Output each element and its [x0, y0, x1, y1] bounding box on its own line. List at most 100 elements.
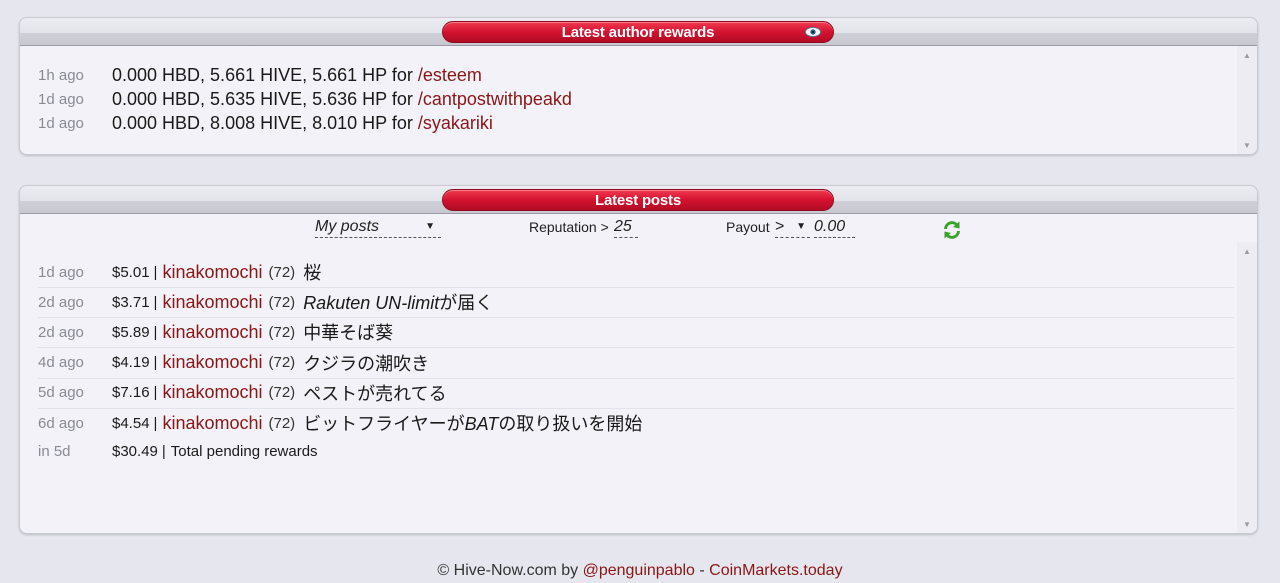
post-age: 2d ago	[38, 323, 84, 341]
eye-icon[interactable]	[805, 27, 821, 37]
post-author-link[interactable]: kinakomochi	[162, 292, 262, 313]
post-payout: $4.19	[112, 354, 150, 372]
reputation-label: Reputation >	[529, 219, 609, 235]
separator: |	[153, 384, 158, 402]
author-reputation: (72)	[268, 263, 296, 281]
post-author-link[interactable]: kinakomochi	[162, 382, 262, 403]
post-row[interactable]: 2d ago $3.71 | kinakomochi (72) Rakuten UN-li…	[38, 290, 493, 314]
reputation-input[interactable]: 25	[614, 216, 638, 238]
scroll-up-arrow[interactable]: ▲	[1237, 49, 1257, 63]
post-title-part: の取り扱いを開始	[498, 414, 643, 434]
separator: |	[153, 414, 158, 432]
chevron-down-icon: ▼	[425, 221, 435, 232]
post-title-link[interactable]: Rakuten UN-limitが届く	[303, 289, 493, 315]
footer-dash: -	[699, 562, 705, 579]
row-divider	[38, 317, 1234, 319]
post-title-part: 桜	[303, 263, 322, 283]
post-payout: $5.89	[112, 323, 150, 341]
latest-posts-header: Latest posts	[20, 186, 1257, 214]
separator: |	[161, 442, 166, 460]
rewards-scrollbar[interactable]: ▲ ▼	[1237, 46, 1257, 154]
author-reputation: (72)	[268, 293, 296, 311]
author-reputation: (72)	[268, 414, 296, 432]
post-age: 2d ago	[38, 293, 84, 311]
author-rewards-title-bar: Latest author rewards	[442, 21, 834, 43]
author-rewards-panel: Latest author rewards ▲ ▼ 1h ago 0.000 HB…	[19, 17, 1258, 155]
footer-site-link[interactable]: CoinMarkets.today	[709, 562, 842, 579]
reward-row: 1h ago 0.000 HBD, 5.661 HIVE, 5.661 HP fo…	[38, 63, 482, 87]
post-author-link[interactable]: kinakomochi	[162, 322, 262, 343]
post-age: 1d ago	[38, 263, 84, 281]
reward-amount: 0.000 HBD, 8.008 HIVE, 8.010 HP for	[112, 112, 413, 133]
reward-age: 1d ago	[38, 114, 84, 132]
post-title-link[interactable]: 中華そば葵	[303, 319, 393, 345]
post-row[interactable]: 6d ago $4.54 | kinakomochi (72) ビットフライヤーがBATの…	[38, 411, 642, 435]
reward-row: 1d ago 0.000 HBD, 8.008 HIVE, 8.010 HP fo…	[38, 111, 493, 135]
author-reputation: (72)	[268, 384, 296, 402]
post-title-link[interactable]: ペストが売れてる	[303, 380, 446, 406]
author-rewards-header: Latest author rewards	[20, 18, 1257, 46]
post-title-link[interactable]: 桜	[303, 259, 321, 285]
reward-post-link[interactable]: /syakariki	[418, 113, 493, 134]
post-payout: $3.71	[112, 293, 150, 311]
payout-input[interactable]: 0.00	[814, 216, 855, 238]
post-row[interactable]: 4d ago $4.19 | kinakomochi (72) クジラの潮吹き	[38, 351, 429, 375]
footer-copyright: © Hive-Now.com by	[437, 562, 579, 579]
post-title-part: ペストが売れてる	[303, 383, 447, 404]
reputation-value: 25	[614, 218, 632, 235]
payout-operator: >	[775, 218, 785, 235]
payout-operator-select[interactable]: > ▼	[775, 216, 810, 238]
post-title-part: クジラの潮吹き	[303, 353, 430, 374]
footer: © Hive-Now.com by @penguinpablo - CoinMa…	[0, 562, 1280, 580]
latest-posts-title-bar: Latest posts	[442, 189, 834, 211]
separator: |	[153, 354, 158, 372]
latest-posts-title: Latest posts	[595, 192, 681, 209]
post-age: 5d ago	[38, 384, 84, 402]
post-title-part: BAT	[464, 414, 499, 434]
posts-filter-select[interactable]: My posts ▼	[315, 216, 441, 238]
chevron-down-icon: ▼	[796, 221, 806, 232]
author-reputation: (72)	[268, 323, 296, 341]
post-author-link[interactable]: kinakomochi	[162, 352, 262, 373]
total-age: in 5d	[38, 442, 71, 460]
author-rewards-title: Latest author rewards	[561, 24, 715, 41]
scroll-down-arrow[interactable]: ▼	[1237, 139, 1257, 153]
footer-author-link[interactable]: @penguinpablo	[583, 562, 695, 579]
reward-age: 1d ago	[38, 90, 84, 108]
post-title-link[interactable]: クジラの潮吹き	[303, 350, 429, 376]
author-reputation: (72)	[268, 354, 296, 372]
post-row[interactable]: 2d ago $5.89 | kinakomochi (72) 中華そば葵	[38, 320, 393, 344]
posts-filter-value: My posts	[315, 218, 380, 235]
scroll-down-arrow[interactable]: ▼	[1237, 518, 1257, 532]
total-row: in 5d $30.49 | Total pending rewards	[38, 439, 318, 463]
refresh-icon[interactable]	[942, 220, 962, 240]
latest-posts-panel: Latest posts My posts ▼ Reputation > 25 …	[19, 185, 1258, 534]
separator: |	[153, 323, 158, 341]
post-title-part: ビットフライヤーが	[303, 414, 465, 434]
post-row[interactable]: 1d ago $5.01 | kinakomochi (72) 桜	[38, 260, 321, 284]
post-payout: $7.16	[112, 384, 150, 402]
post-title-link[interactable]: ビットフライヤーがBATの取り扱いを開始	[303, 410, 642, 436]
scroll-up-arrow[interactable]: ▲	[1237, 245, 1257, 259]
posts-scrollbar[interactable]: ▲ ▼	[1237, 242, 1257, 533]
row-divider	[38, 377, 1234, 379]
reward-row: 1d ago 0.000 HBD, 5.635 HIVE, 5.636 HP fo…	[38, 87, 572, 111]
reward-post-link[interactable]: /esteem	[418, 65, 482, 86]
separator: |	[153, 293, 158, 311]
total-payout: $30.49	[112, 442, 158, 460]
row-divider	[38, 347, 1234, 349]
row-divider	[38, 407, 1234, 409]
post-payout: $5.01	[112, 263, 150, 281]
payout-label: Payout	[726, 219, 770, 235]
row-divider	[38, 287, 1234, 288]
reward-amount: 0.000 HBD, 5.635 HIVE, 5.636 HP for	[112, 88, 413, 109]
reward-post-link[interactable]: /cantpostwithpeakd	[418, 89, 572, 110]
post-age: 6d ago	[38, 414, 84, 432]
post-author-link[interactable]: kinakomochi	[162, 413, 262, 434]
reward-age: 1h ago	[38, 66, 84, 84]
post-title-part: 中華そば葵	[303, 323, 394, 344]
filter-bar: My posts ▼ Reputation > 25 Payout > ▼ 0.…	[20, 216, 1240, 240]
post-author-link[interactable]: kinakomochi	[162, 262, 262, 283]
post-age: 4d ago	[38, 354, 84, 372]
post-row[interactable]: 5d ago $7.16 | kinakomochi (72) ペストが売れてる	[38, 381, 447, 405]
